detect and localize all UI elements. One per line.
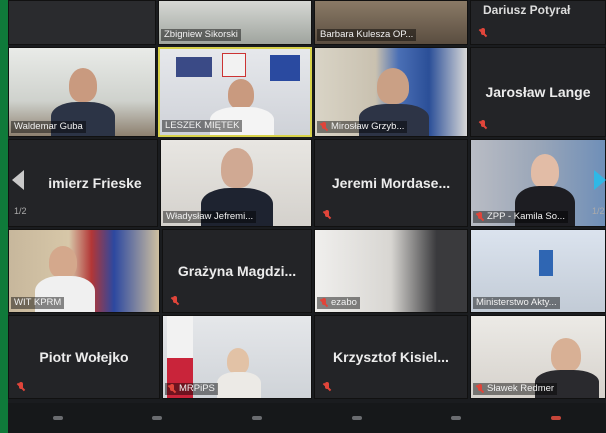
toolbar-button[interactable] <box>351 416 362 420</box>
video-tile[interactable]: Piotr Wołejko <box>8 315 160 399</box>
muted-mic-icon <box>320 298 328 308</box>
video-tile[interactable]: Ministerstwo Akty... <box>470 229 606 313</box>
participant-face <box>551 338 581 372</box>
toolbar-button[interactable] <box>252 416 263 420</box>
video-tile[interactable]: Grażyna Magdzi... <box>162 229 312 313</box>
muted-mic-icon <box>479 28 487 38</box>
video-tile[interactable]: Krzysztof Kisiel... <box>314 315 468 399</box>
participant-face <box>49 246 77 278</box>
participant-name: Władysław Jefremi... <box>163 211 257 223</box>
toolbar-button[interactable] <box>52 416 63 420</box>
chevron-right-icon[interactable] <box>594 170 606 190</box>
participant-name: imierz Frieske <box>48 175 142 191</box>
meeting-toolbar <box>8 403 606 433</box>
participant-name: Sławek Redmer <box>473 383 558 395</box>
muted-mic-icon <box>320 122 328 132</box>
participant-name: Waldemar Guba <box>11 121 86 133</box>
participant-name: Grażyna Magdzi... <box>177 263 297 279</box>
video-tile[interactable]: MRPiPS <box>162 315 312 399</box>
participant-face <box>69 68 97 102</box>
participant-name: Zbigniew Sikorski <box>161 29 241 41</box>
participant-name: Dariusz Potyrał <box>483 3 571 17</box>
video-tile[interactable]: Władysław Jefremi... <box>160 139 312 227</box>
toolbar-button[interactable] <box>451 416 462 420</box>
video-tile[interactable]: Jarosław Lange <box>470 47 606 137</box>
video-tile[interactable]: Barbara Kulesza OP... <box>314 0 468 45</box>
video-tile[interactable]: Sławek Redmer <box>470 315 606 399</box>
participant-face <box>221 148 253 188</box>
video-tile[interactable]: Zbigniew Sikorski <box>158 0 312 45</box>
video-grid: Zbigniew Sikorski Barbara Kulesza OP... … <box>8 0 606 433</box>
muted-mic-icon <box>476 384 484 394</box>
page-indicator: 1/2 <box>14 206 27 216</box>
rollup-banner <box>539 250 553 276</box>
muted-mic-icon <box>476 212 484 222</box>
video-tile-active-speaker[interactable]: LESZEK MIĘTEK <box>158 47 312 137</box>
participant-name: LESZEK MIĘTEK <box>162 120 243 132</box>
participant-name: Jarosław Lange <box>485 84 591 100</box>
eu-flag <box>270 55 300 81</box>
participant-name: Krzysztof Kisiel... <box>333 349 449 365</box>
participant-name: Mirosław Grzyb... <box>317 121 408 133</box>
chevron-left-icon[interactable] <box>12 170 24 190</box>
participant-name: WIT KPRM <box>11 297 65 309</box>
video-tile[interactable]: ZPP - Kamila So... <box>470 139 606 227</box>
participant-name: Ministerstwo Akty... <box>473 297 560 309</box>
video-tile[interactable]: Jeremi Mordase... <box>314 139 468 227</box>
video-tile[interactable]: Mirosław Grzyb... <box>314 47 468 137</box>
toolbar-button[interactable] <box>551 416 562 420</box>
toolbar-button[interactable] <box>152 416 163 420</box>
video-tile[interactable]: ezabo <box>314 229 468 313</box>
video-tile[interactable]: Waldemar Guba <box>8 47 156 137</box>
participant-face <box>377 68 409 104</box>
muted-mic-icon <box>323 382 331 392</box>
participant-name: Piotr Wołejko <box>39 349 129 365</box>
participant-name: ezabo <box>317 297 360 309</box>
video-tile[interactable]: imierz Frieske <box>8 139 158 227</box>
muted-mic-icon <box>323 210 331 220</box>
participant-name: Jeremi Mordase... <box>331 175 451 191</box>
participant-name: Barbara Kulesza OP... <box>317 29 417 41</box>
participant-face <box>228 79 254 109</box>
page-indicator: 1/2 <box>592 206 605 216</box>
participant-body <box>217 372 261 398</box>
muted-mic-icon <box>479 120 487 130</box>
muted-mic-icon <box>17 382 25 392</box>
muted-mic-icon <box>171 296 179 306</box>
video-tile[interactable]: Dariusz Potyrał <box>470 0 606 45</box>
emblem <box>222 53 246 77</box>
muted-mic-icon <box>168 384 176 394</box>
participant-face <box>227 348 249 374</box>
video-tile[interactable] <box>8 0 156 45</box>
video-tile[interactable]: WIT KPRM <box>8 229 160 313</box>
participant-name: ZPP - Kamila So... <box>473 211 568 223</box>
banner <box>176 57 212 77</box>
participant-face <box>531 154 559 188</box>
participant-name: MRPiPS <box>165 383 218 395</box>
